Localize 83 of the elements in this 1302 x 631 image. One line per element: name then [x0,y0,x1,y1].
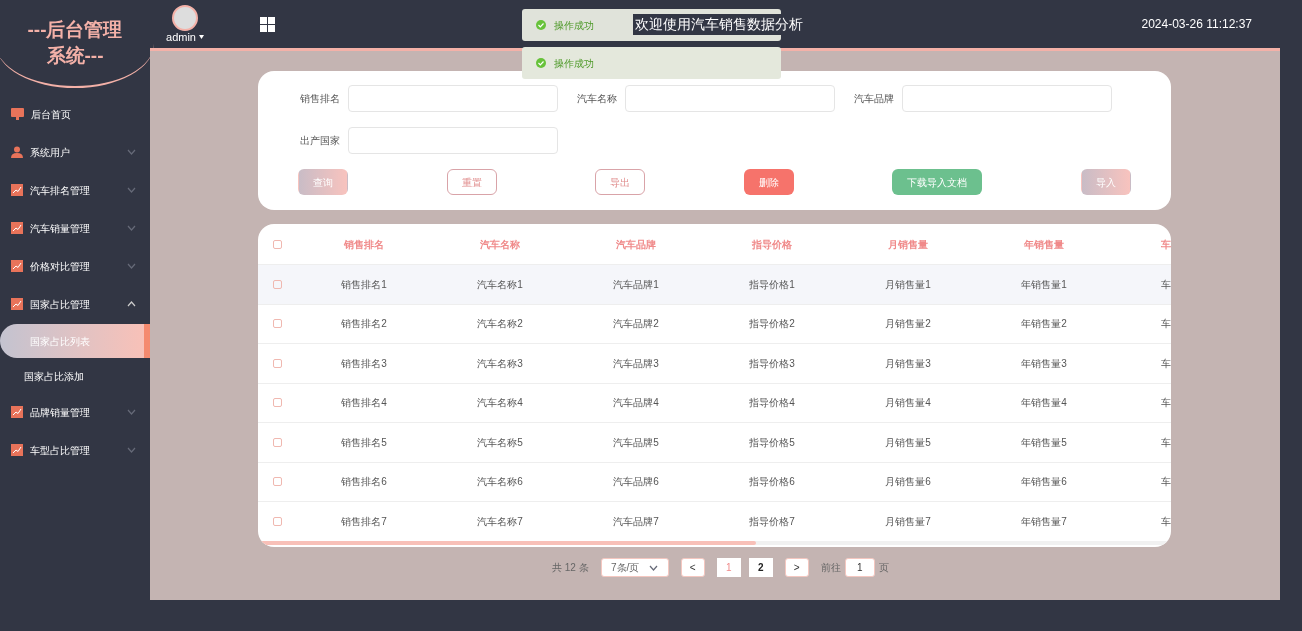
table-cell-text: 年销售量6 [1021,475,1067,490]
table-cell-text: 销售排名7 [341,514,387,529]
column-header: 月销售量 [888,237,928,252]
table-cell-text: 车 [1161,396,1171,411]
table-cell-text: 汽车品牌1 [613,277,659,292]
datetime-text: 2024-03-26 11:12:37 [1141,16,1252,33]
sidebar-item[interactable]: 国家占比管理 [0,285,150,323]
table-cell-text: 月销售量1 [885,277,931,292]
table-cell-text: 汽车品牌2 [613,317,659,332]
field-label: 出产国家 [300,134,340,148]
table-cell-text: 销售排名3 [341,356,387,371]
table-cell-text: 汽车名称7 [477,514,523,529]
page-suffix: 页 [878,561,889,575]
table-cell-text: 销售排名5 [341,435,387,450]
app-title: 系统--- [46,44,104,68]
table-cell-text: 汽车品牌3 [613,356,659,371]
column-header: 车 [1161,237,1171,252]
table-cell-text: 汽车名称2 [477,317,523,332]
table-cell-text: 车 [1161,356,1171,371]
toast-message: 操作成功 [522,47,781,79]
sidebar-item[interactable]: 车型占比管理 [0,431,150,469]
table-cell-text: 指导价格5 [749,435,795,450]
table-cell-text: 汽车名称5 [477,435,523,450]
table-cell-text: 汽车品牌4 [613,396,659,411]
table-cell-text: 年销售量3 [1021,356,1067,371]
table-cell-text: 销售排名4 [341,396,387,411]
table-cell-text: 指导价格3 [749,356,795,371]
page-input[interactable]: 1 [844,558,875,577]
table-cell-text: 车 [1161,435,1171,450]
table-cell-text: 年销售量5 [1021,435,1067,450]
column-header: 汽车名称 [480,237,520,252]
table-cell-text: 月销售量7 [885,514,931,529]
table-cell-text: 车 [1161,514,1171,529]
sidebar-item[interactable]: 品牌销量管理 [0,393,150,431]
sidebar-item[interactable]: 价格对比管理 [0,247,150,285]
table-cell-text: 年销售量2 [1021,317,1067,332]
app-title: ---后台管理 [27,18,123,42]
table-cell-text: 车 [1161,317,1171,332]
sidebar-item[interactable]: 汽车排名管理 [0,171,150,209]
table-cell-text: 销售排名1 [341,277,387,292]
column-header: 销售排名 [344,237,384,252]
table-cell-text: 指导价格1 [749,277,795,292]
table-cell-text: 销售排名2 [341,317,387,332]
table-cell-text: 汽车名称1 [477,277,523,292]
sidebar-item[interactable]: 系统用户 [0,133,150,171]
table-cell-text: 指导价格4 [749,396,795,411]
prev-page-button[interactable]: < [680,558,705,577]
table-cell-text: 汽车名称4 [477,396,523,411]
total-count: 共 12 条 [552,561,589,575]
table-cell-text: 汽车名称3 [477,356,523,371]
table-cell-text: 汽车名称6 [477,475,523,490]
table-cell-text: 年销售量1 [1021,277,1067,292]
table-cell-text: 月销售量6 [885,475,931,490]
table-cell-text: 销售排名6 [341,475,387,490]
field-label: 销售排名 [300,92,340,106]
table-cell-text: 汽车品牌5 [613,435,659,450]
goto-label: 前往 [820,561,841,575]
sidebar-item[interactable]: 后台首页 [0,95,150,133]
submenu-item[interactable]: 国家占比添加 [0,359,150,393]
table-cell-text: 月销售量4 [885,396,931,411]
field-label: 汽车名称 [577,92,617,106]
table-cell-text: 年销售量7 [1021,514,1067,529]
column-header: 汽车品牌 [616,237,656,252]
table-cell-text: 车 [1161,277,1171,292]
table-cell-text: 指导价格7 [749,514,795,529]
table-cell-text: 年销售量4 [1021,396,1067,411]
table-cell-text: 指导价格6 [749,475,795,490]
table-cell-text: 汽车品牌7 [613,514,659,529]
table-cell-text: 月销售量2 [885,317,931,332]
column-header: 年销售量 [1024,237,1064,252]
table-cell-text: 月销售量3 [885,356,931,371]
page-title: 欢迎使用汽车销售数据分析 [633,13,805,35]
table-cell-text: 汽车品牌6 [613,475,659,490]
table-cell-text: 车 [1161,475,1171,490]
page-button[interactable]: 2 [748,558,773,577]
column-header: 指导价格 [752,237,792,252]
next-page-button[interactable]: > [784,558,809,577]
page-size-select[interactable]: 7条/页 [600,558,669,577]
sidebar-item[interactable]: 汽车销量管理 [0,209,150,247]
table-cell-text: 月销售量5 [885,435,931,450]
table-cell-text: 指导价格2 [749,317,795,332]
user-menu[interactable]: admin [166,30,196,44]
field-label: 汽车品牌 [854,92,894,106]
